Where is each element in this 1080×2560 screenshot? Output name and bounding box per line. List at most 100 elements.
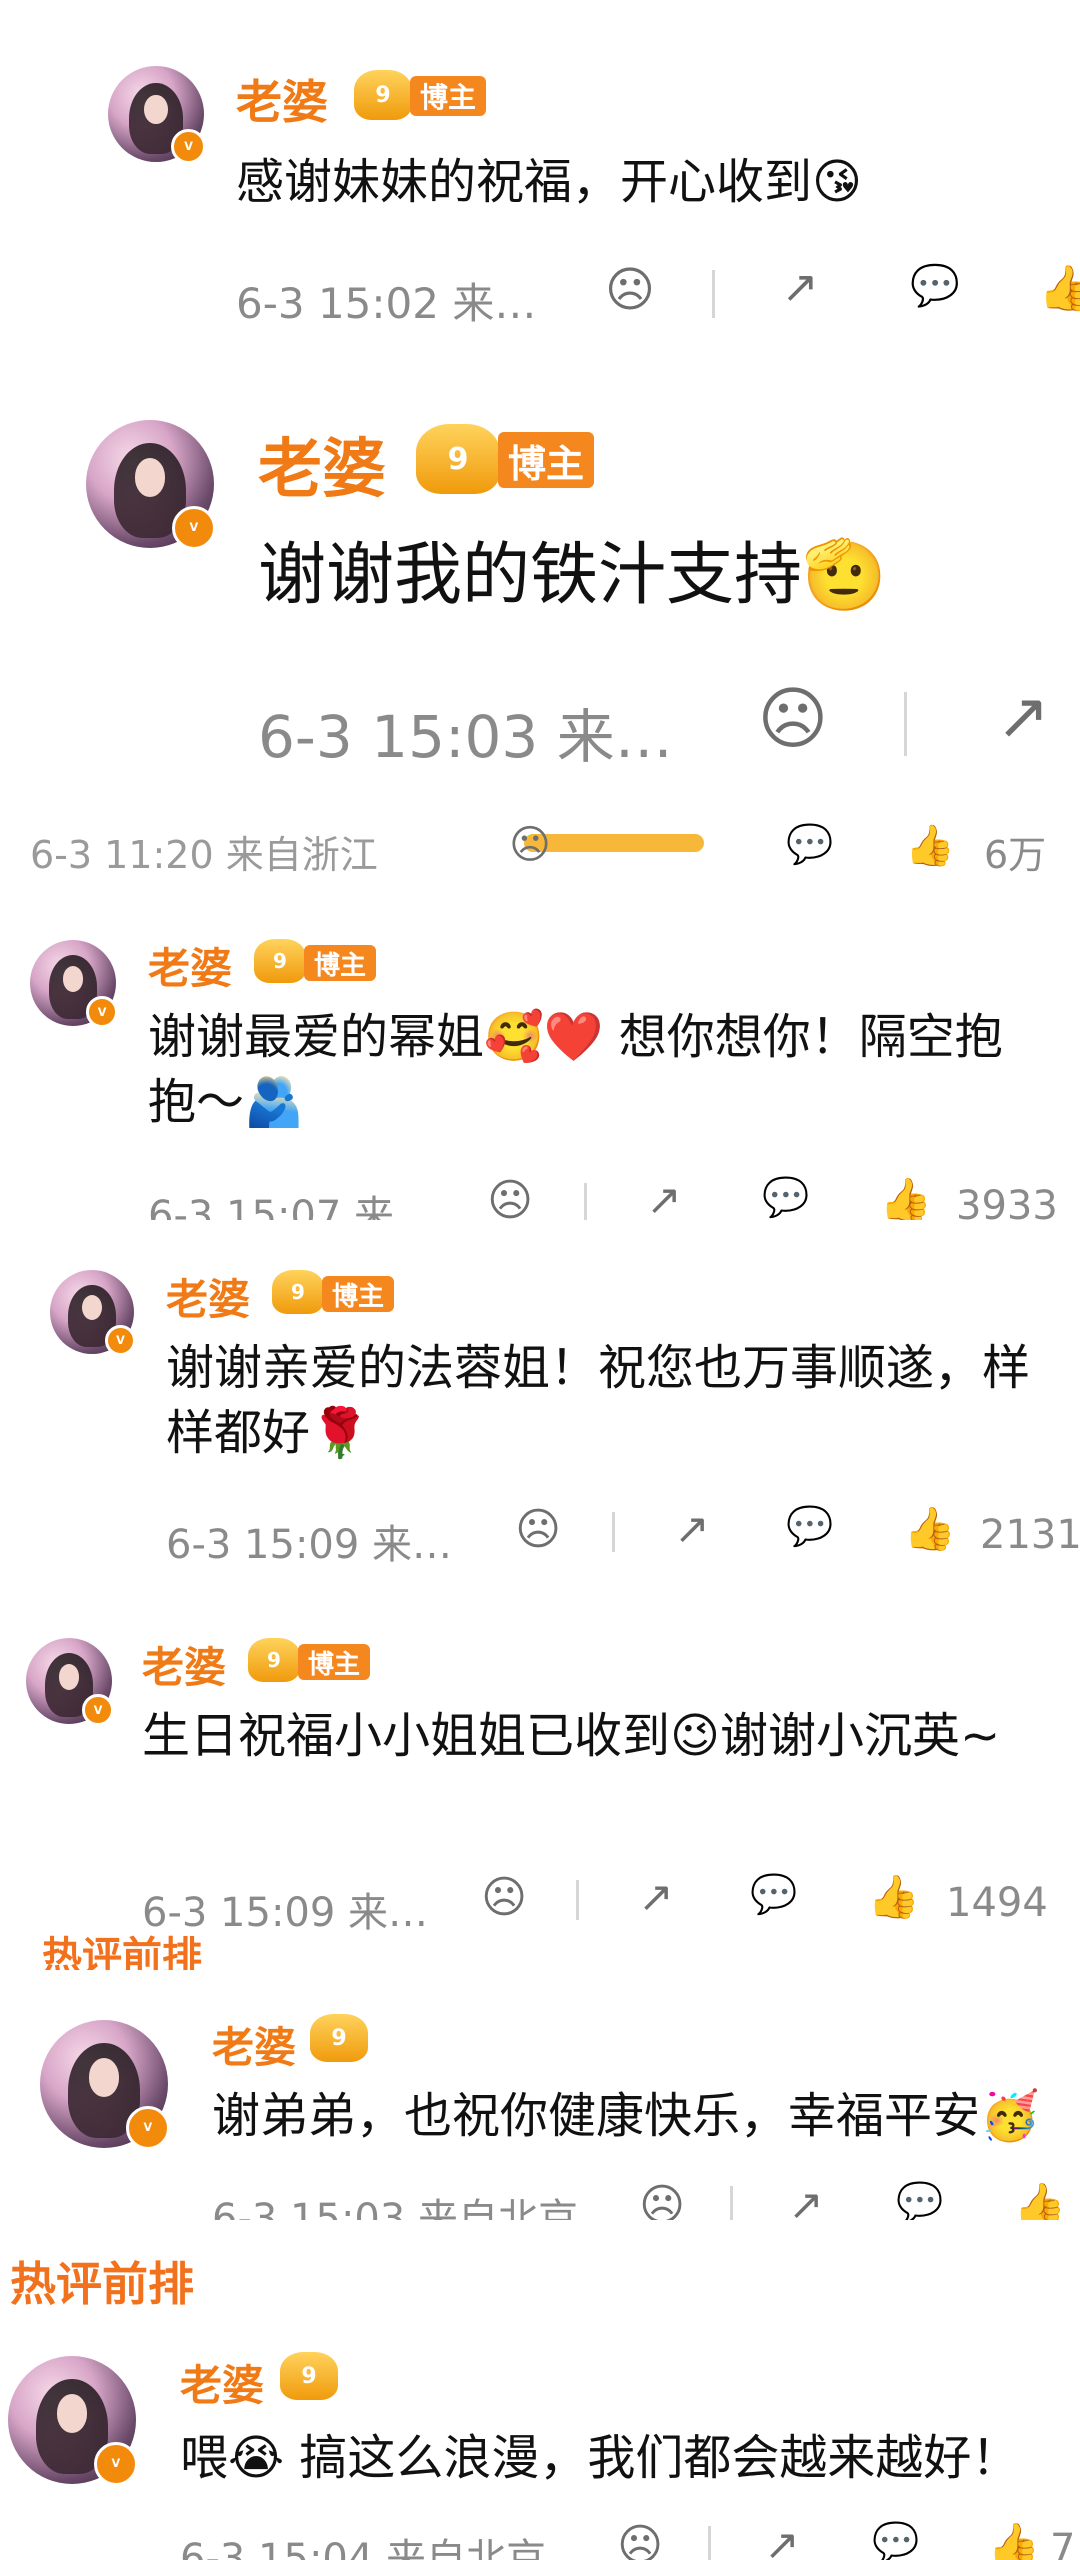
divider [730, 2186, 733, 2220]
dislike-face-icon[interactable]: ☹ [508, 1504, 568, 1555]
comment-source: 来… [556, 703, 673, 771]
share-icon[interactable]: ↗ [626, 1872, 686, 1921]
verified-badge-icon: V [171, 505, 216, 550]
comment-text: 喂😭 搞这么浪漫，我们都会越来越好！ [180, 2430, 1020, 2486]
comment-icon[interactable]: 💬 [780, 1504, 840, 1549]
comment-source: 来… [354, 1193, 435, 1220]
comment-source: 来自北京 [418, 2196, 579, 2220]
comment-icon[interactable]: 💬 [866, 2520, 926, 2560]
comment-text: 生日祝福小小姐姐已收到😉谢谢小沉英~ [142, 1708, 1001, 1764]
comment-text: 谢弟弟，也祝你健康快乐，幸福平安🥳 [212, 2088, 1040, 2144]
avatar[interactable]: V [8, 2356, 138, 2486]
hot-label-row: 热评前排 [0, 2240, 1080, 2310]
blogger-tag: 博主 [410, 76, 487, 116]
like-icon[interactable]: 👍 [1010, 2180, 1070, 2220]
avatar[interactable]: V [40, 2020, 170, 2150]
crown-level-icon: 9 [416, 424, 500, 494]
like-count: 7 [1050, 2526, 1076, 2560]
comment-item: V 老婆 9 谢弟弟，也祝你健康快乐，幸福平安🥳 6-3 15:03 来自北京 … [0, 1980, 1080, 2220]
username[interactable]: 老婆 [258, 418, 386, 510]
username[interactable]: 老婆 [142, 1634, 226, 1695]
username[interactable]: 老婆 [212, 2014, 296, 2075]
dislike-face-icon[interactable]: ☹ [748, 680, 838, 759]
dislike-face-icon[interactable]: ☹ [500, 822, 560, 868]
share-icon[interactable]: ↗ [978, 680, 1068, 754]
avatar[interactable]: V [86, 420, 216, 550]
like-count: 3933 [956, 1183, 1058, 1220]
dislike-face-icon[interactable]: ☹ [600, 262, 660, 318]
comment-text: 谢谢最爱的幂姐🥰❤️ 想你想你！隔空抱抱～🫂 [148, 1009, 1003, 1130]
dislike-face-icon[interactable]: ☹ [632, 2180, 692, 2220]
verified-badge-icon: V [171, 129, 206, 164]
share-icon[interactable]: ↗ [634, 1175, 694, 1220]
avatar[interactable]: V [50, 1270, 136, 1356]
divider [576, 1880, 579, 1920]
comment-source: 来自北京 [386, 2536, 547, 2560]
like-icon[interactable]: 👍 [984, 2520, 1044, 2560]
comment-meta: 6-3 15:03 来… [258, 690, 673, 774]
blogger-tag: 博主 [304, 945, 377, 981]
partial-comment-meta: 6-3 11:20 来自浙江 ☹ 💬 👍 6万 [0, 810, 1080, 890]
avatar[interactable]: V [30, 940, 118, 1028]
username[interactable]: 老婆 [236, 66, 328, 132]
crown-level-icon: 9 [354, 70, 412, 120]
dislike-face-icon[interactable]: ☹ [610, 2520, 670, 2560]
comment-icon[interactable]: 💬 [905, 262, 965, 309]
username[interactable]: 老婆 [148, 935, 232, 996]
hot-label: 热评前排 [10, 2257, 194, 2310]
comment-item: V 老婆 9 博主 谢谢亲爱的法蓉姐！祝您也万事顺遂，样样都好🌹 6-3 15:… [0, 1240, 1080, 1575]
comment-icon[interactable]: 💬 [744, 1872, 804, 1917]
comment-time: 6-3 15:03 [258, 703, 539, 771]
comment-meta: 6-3 15:09 来… [166, 1512, 452, 1570]
like-icon[interactable]: 👍 [900, 1504, 960, 1554]
comment-source: 来… [452, 279, 537, 328]
comment-meta: 6-3 15:02 来… [236, 270, 536, 331]
like-count: 6万 [984, 833, 1047, 877]
crown-level-icon: 9 [280, 2352, 338, 2400]
dislike-face-icon[interactable]: ☹ [474, 1872, 534, 1923]
hot-label-partial: 热评前排 [0, 1930, 1080, 1970]
crown-level-icon: 9 [254, 939, 306, 983]
comment-item: V 老婆 9 喂😭 搞这么浪漫，我们都会越来越好！ 6-3 15:04 来自北京… [0, 2330, 1080, 2560]
comment-meta: 6-3 15:07 来… [148, 1183, 434, 1220]
share-icon[interactable]: ↗ [662, 1504, 722, 1553]
like-icon[interactable]: 👍 [864, 1872, 924, 1922]
crown-level-icon: 9 [248, 1638, 300, 1682]
share-icon[interactable]: ↗ [776, 2180, 836, 2220]
comment-source: 来自浙江 [225, 833, 378, 877]
hot-label: 热评前排 [42, 1934, 202, 1970]
divider [708, 2526, 711, 2560]
verified-badge-icon: V [82, 1694, 114, 1726]
avatar[interactable]: V [26, 1638, 114, 1726]
comment-source: 来… [372, 1522, 453, 1568]
blogger-tag: 博主 [298, 1644, 371, 1680]
comment-icon[interactable]: 💬 [780, 822, 840, 867]
comment-icon[interactable]: 💬 [756, 1175, 816, 1220]
comment-meta: 6-3 15:04 来自北京 [180, 2526, 546, 2560]
comment-item: V 老婆 9 博主 生日祝福小小姐姐已收到😉谢谢小沉英~ 6-3 15:09 来… [0, 1600, 1080, 1945]
crown-level-icon: 9 [310, 2014, 368, 2062]
comment-time: 6-3 15:03 [212, 2196, 406, 2220]
username[interactable]: 老婆 [180, 2352, 264, 2413]
comment-text: 感谢妹妹的祝福，开心收到😘 [236, 154, 863, 210]
username[interactable]: 老婆 [166, 1266, 250, 1327]
like-icon[interactable]: 👍 [900, 822, 960, 869]
like-icon[interactable]: 👍 [1036, 262, 1080, 314]
share-icon[interactable]: ↗ [770, 262, 830, 313]
divider [612, 1512, 615, 1552]
comment-time: 6-3 11:20 [30, 833, 214, 877]
verified-badge-icon: V [104, 1324, 136, 1356]
divider [712, 270, 715, 318]
like-count: 1494 [946, 1880, 1048, 1926]
crown-level-icon: 9 [272, 1270, 324, 1314]
dislike-face-icon[interactable]: ☹ [480, 1175, 540, 1220]
verified-badge-icon: V [86, 996, 118, 1028]
share-icon[interactable]: ↗ [752, 2520, 812, 2560]
comment-text: 谢谢亲爱的法蓉姐！祝您也万事顺遂，样样都好🌹 [166, 1340, 1031, 1461]
verified-badge-icon: V [125, 2105, 170, 2150]
comment-icon[interactable]: 💬 [890, 2180, 950, 2220]
comment-meta: 6-3 11:20 来自浙江 [30, 824, 378, 879]
like-icon[interactable]: 👍 [876, 1175, 936, 1220]
blogger-tag: 博主 [322, 1276, 395, 1312]
avatar[interactable]: V [108, 66, 206, 164]
